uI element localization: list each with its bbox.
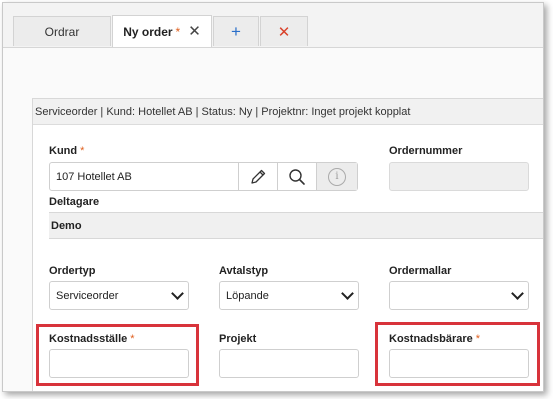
ordermallar-select[interactable] — [389, 281, 529, 310]
kostnadsbarare-label: Kostnadsbärare * — [389, 333, 481, 345]
tab-label: Ordrar — [44, 24, 80, 39]
required-mark: * — [475, 333, 481, 345]
plus-icon: + — [231, 21, 241, 41]
ordertyp-label: Ordertyp — [49, 265, 96, 277]
info-icon: i — [328, 167, 346, 186]
kostnadsstalle-label: Kostnadsställe * — [49, 333, 135, 345]
deltagare-value[interactable]: Demo — [49, 212, 543, 239]
search-button[interactable] — [277, 163, 316, 190]
ordertyp-value: Serviceorder — [56, 289, 119, 302]
pencil-icon — [251, 169, 266, 184]
ordermallar-label: Ordermallar — [389, 265, 452, 277]
avtalstyp-value: Löpande — [226, 289, 269, 302]
ordernummer-label: Ordernummer — [389, 145, 463, 157]
projekt-label: Projekt — [219, 333, 257, 345]
search-icon — [289, 168, 305, 185]
kund-input-group: 107 Hotellet AB i — [49, 162, 358, 191]
avtalstyp-label: Avtalstyp — [219, 265, 269, 277]
tab-bar: Ordrar Ny order * ✕ + ✕ — [3, 3, 543, 48]
kostnadsstalle-field[interactable] — [49, 349, 189, 378]
required-mark: * — [130, 333, 135, 345]
kund-label: Kund * — [49, 145, 85, 157]
tab-ordrar[interactable]: Ordrar — [13, 16, 111, 46]
order-summary: Serviceorder | Kund: Hotellet AB | Statu… — [33, 99, 543, 125]
chevron-down-icon — [341, 287, 354, 300]
deltagare-label: Deltagare — [49, 196, 100, 208]
required-mark: * — [175, 24, 181, 39]
close-icon[interactable]: ✕ — [188, 24, 201, 39]
window: Ordrar Ny order * ✕ + ✕ Serviceorder | K… — [2, 2, 544, 392]
edit-button[interactable] — [238, 163, 277, 190]
kund-field[interactable]: 107 Hotellet AB — [50, 163, 238, 190]
info-button[interactable]: i — [316, 163, 357, 190]
avtalstyp-select[interactable]: Löpande — [219, 281, 359, 310]
tab-ny-order[interactable]: Ny order * ✕ — [112, 15, 212, 47]
chevron-down-icon — [171, 287, 184, 300]
content-area: Serviceorder | Kund: Hotellet AB | Statu… — [3, 48, 543, 391]
ordernummer-field — [389, 162, 529, 191]
ordertyp-select[interactable]: Serviceorder — [49, 281, 189, 310]
chevron-down-icon — [511, 287, 524, 300]
tab-close-all[interactable]: ✕ — [260, 16, 308, 46]
required-mark: * — [80, 145, 85, 157]
order-form-panel: Serviceorder | Kund: Hotellet AB | Statu… — [32, 98, 543, 391]
kostnadsbarare-field[interactable] — [389, 349, 529, 378]
tab-label: Ny order — [123, 24, 173, 39]
close-icon: ✕ — [277, 23, 291, 41]
tab-add[interactable]: + — [213, 16, 259, 46]
projekt-field[interactable] — [219, 349, 359, 378]
